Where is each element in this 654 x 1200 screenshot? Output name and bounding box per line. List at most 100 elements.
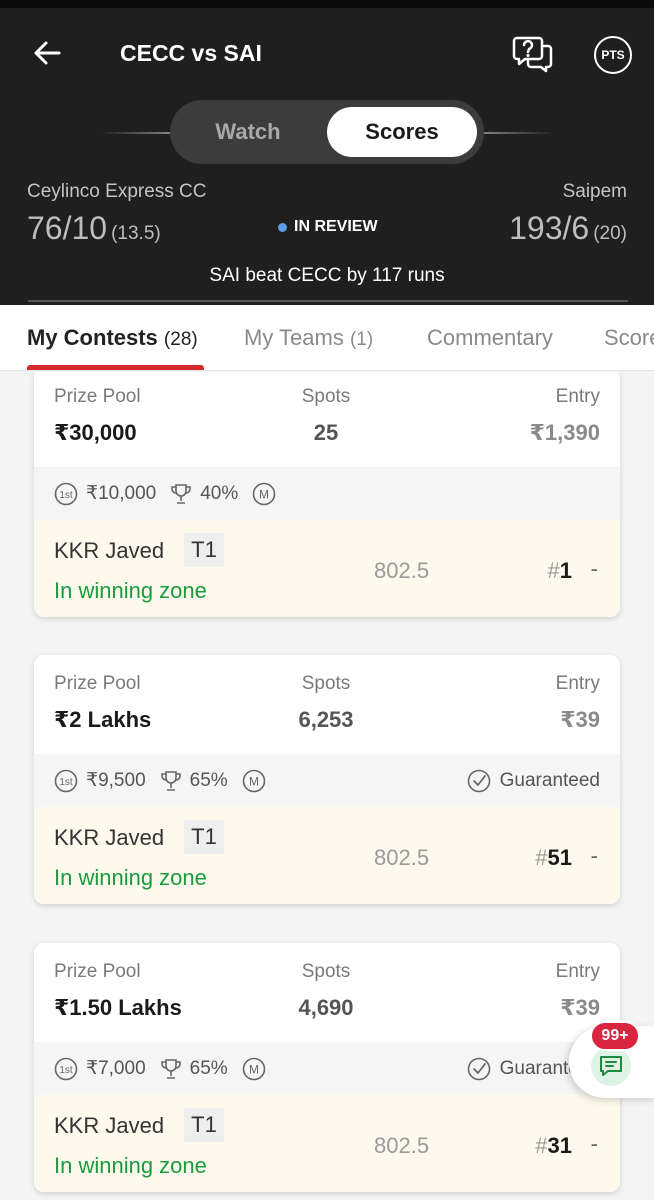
contest-card[interactable]: Prize Pool Spots Entry ₹30,000 25 ₹1,390… [34, 372, 620, 617]
trophy-icon [160, 770, 181, 791]
back-button[interactable] [28, 34, 66, 72]
first-prize-icon: 1st [54, 482, 78, 505]
contest-summary: Prize Pool Spots Entry ₹2 Lakhs 6,253 ₹3… [34, 655, 620, 754]
match-result: SAI beat CECC by 117 runs [209, 265, 445, 286]
entry-label: Entry [555, 961, 600, 982]
segment-divider-right [482, 132, 554, 134]
tab-scorecard[interactable]: Scorecard [604, 325, 654, 351]
back-arrow-icon [34, 41, 61, 65]
contest-meta: 1st ₹7,000 65% M Guaranteed [34, 1042, 620, 1095]
winners-percent-value: 65% [189, 769, 228, 791]
header-divider [28, 300, 628, 302]
status-dot-icon [278, 222, 287, 232]
prize-pool-label: Prize Pool [54, 673, 141, 694]
multi-entry-icon: M [252, 482, 276, 505]
svg-text:M: M [259, 487, 269, 501]
rank-prefix: # [535, 1133, 548, 1158]
trophy-icon [171, 483, 192, 504]
multi-entry-icon: M [242, 1057, 265, 1080]
trophy-icon [160, 1058, 181, 1079]
team-right-name: Saipem [562, 181, 627, 202]
spots-label: Spots [301, 386, 351, 407]
team-left-score: 76/10 (13.5) [27, 210, 161, 247]
guaranteed-label: Guaranteed [499, 769, 600, 791]
prize-pool-label: Prize Pool [54, 386, 141, 407]
first-prize: 1st ₹7,000 [54, 1057, 146, 1081]
guaranteed-badge: Guaranteed [467, 754, 600, 807]
spots-value: 25 [313, 420, 339, 445]
tab-label: Commentary [427, 325, 553, 350]
contest-list[interactable]: Prize Pool Spots Entry ₹30,000 25 ₹1,390… [0, 372, 654, 1200]
winning-status: In winning zone [54, 578, 207, 603]
tab-count: (1) [349, 329, 374, 350]
guaranteed-check-icon [467, 769, 490, 792]
rank-prefix: # [535, 845, 548, 870]
team-points: 802.5 [374, 845, 430, 870]
team-left-runs: 76/10 [27, 210, 108, 246]
multi-entry-icon: M [242, 769, 265, 792]
rank-change: - [590, 556, 598, 581]
entry-label: Entry [555, 673, 600, 694]
status-text: IN REVIEW [294, 218, 378, 235]
multi-entry: M [242, 769, 274, 793]
winners-percent-value: 40% [200, 482, 239, 504]
team-right-overs: (20) [593, 223, 627, 244]
svg-text:1st: 1st [59, 490, 73, 501]
prize-pool-value: ₹30,000 [54, 420, 137, 445]
team-rank: #51 [535, 845, 572, 871]
scores-tab[interactable]: Scores [327, 107, 477, 157]
entry-fee: ₹39 [560, 995, 600, 1020]
joined-team-row[interactable]: KKR Javed T1 In winning zone 802.5 #1 - [34, 520, 620, 617]
winners-percent: 65% [160, 769, 228, 793]
svg-text:1st: 1st [59, 777, 73, 788]
contest-summary: Prize Pool Spots Entry ₹30,000 25 ₹1,390 [34, 372, 620, 467]
contest-card[interactable]: Prize Pool Spots Entry ₹2 Lakhs 6,253 ₹3… [34, 655, 620, 904]
entry-label: Entry [555, 386, 600, 407]
rank-number: 1 [559, 558, 572, 583]
team-left-name: Ceylinco Express CC [27, 181, 207, 202]
rank-change: - [590, 1131, 598, 1156]
first-prize-icon: 1st [54, 769, 78, 792]
spots-value: 4,690 [298, 995, 354, 1020]
team-points: 802.5 [374, 1133, 430, 1158]
multi-entry: M [242, 1057, 274, 1081]
segment-divider-left [100, 132, 172, 134]
joined-team-row[interactable]: KKR Javed T1 In winning zone 802.5 #51 - [34, 807, 620, 904]
tab-my-teams[interactable]: My Teams (1) [244, 325, 373, 351]
tab-my-contests[interactable]: My Contests (28) [27, 325, 198, 351]
winners-percent-value: 65% [189, 1057, 228, 1079]
contest-card[interactable]: Prize Pool Spots Entry ₹1.50 Lakhs 4,690… [34, 943, 620, 1192]
entry-fee: ₹39 [560, 707, 600, 732]
first-prize: 1st ₹10,000 [54, 482, 156, 506]
watch-tab[interactable]: Watch [170, 100, 326, 164]
first-prize-value: ₹9,500 [86, 770, 146, 791]
prize-pool-label: Prize Pool [54, 961, 141, 982]
contest-summary: Prize Pool Spots Entry ₹1.50 Lakhs 4,690… [34, 943, 620, 1042]
spots-label: Spots [301, 673, 351, 694]
team-tag: T1 [184, 533, 224, 567]
tab-label: My Teams [244, 325, 344, 350]
winners-percent: 65% [160, 1057, 228, 1081]
spots-label: Spots [301, 961, 351, 982]
team-right-runs: 193/6 [509, 210, 590, 246]
team-points: 802.5 [374, 558, 430, 583]
watch-scores-toggle: Watch Scores [170, 100, 484, 164]
prize-pool-value: ₹1.50 Lakhs [54, 995, 182, 1020]
status-bar-strip [0, 0, 654, 8]
team-name: KKR Javed [54, 825, 165, 850]
tab-label: Scorecard [604, 325, 654, 350]
first-prize-icon: 1st [54, 1057, 78, 1080]
help-button[interactable] [512, 34, 554, 74]
joined-team-row[interactable]: KKR Javed T1 In winning zone 802.5 #31 - [34, 1095, 620, 1192]
chat-unread-badge: 99+ [590, 1021, 640, 1051]
match-header: CECC vs SAI PTS Watch Scores Ceylinco Ex… [0, 0, 654, 305]
rank-change: - [590, 843, 598, 868]
tab-count: (28) [163, 329, 198, 350]
tab-commentary[interactable]: Commentary [427, 325, 553, 351]
points-system-button[interactable]: PTS [594, 36, 632, 74]
svg-text:M: M [249, 1062, 259, 1076]
team-rank: #1 [548, 558, 573, 584]
team-left-overs: (13.5) [111, 223, 161, 244]
page-title: CECC vs SAI [120, 40, 262, 66]
winners-percent: 40% [170, 482, 238, 506]
